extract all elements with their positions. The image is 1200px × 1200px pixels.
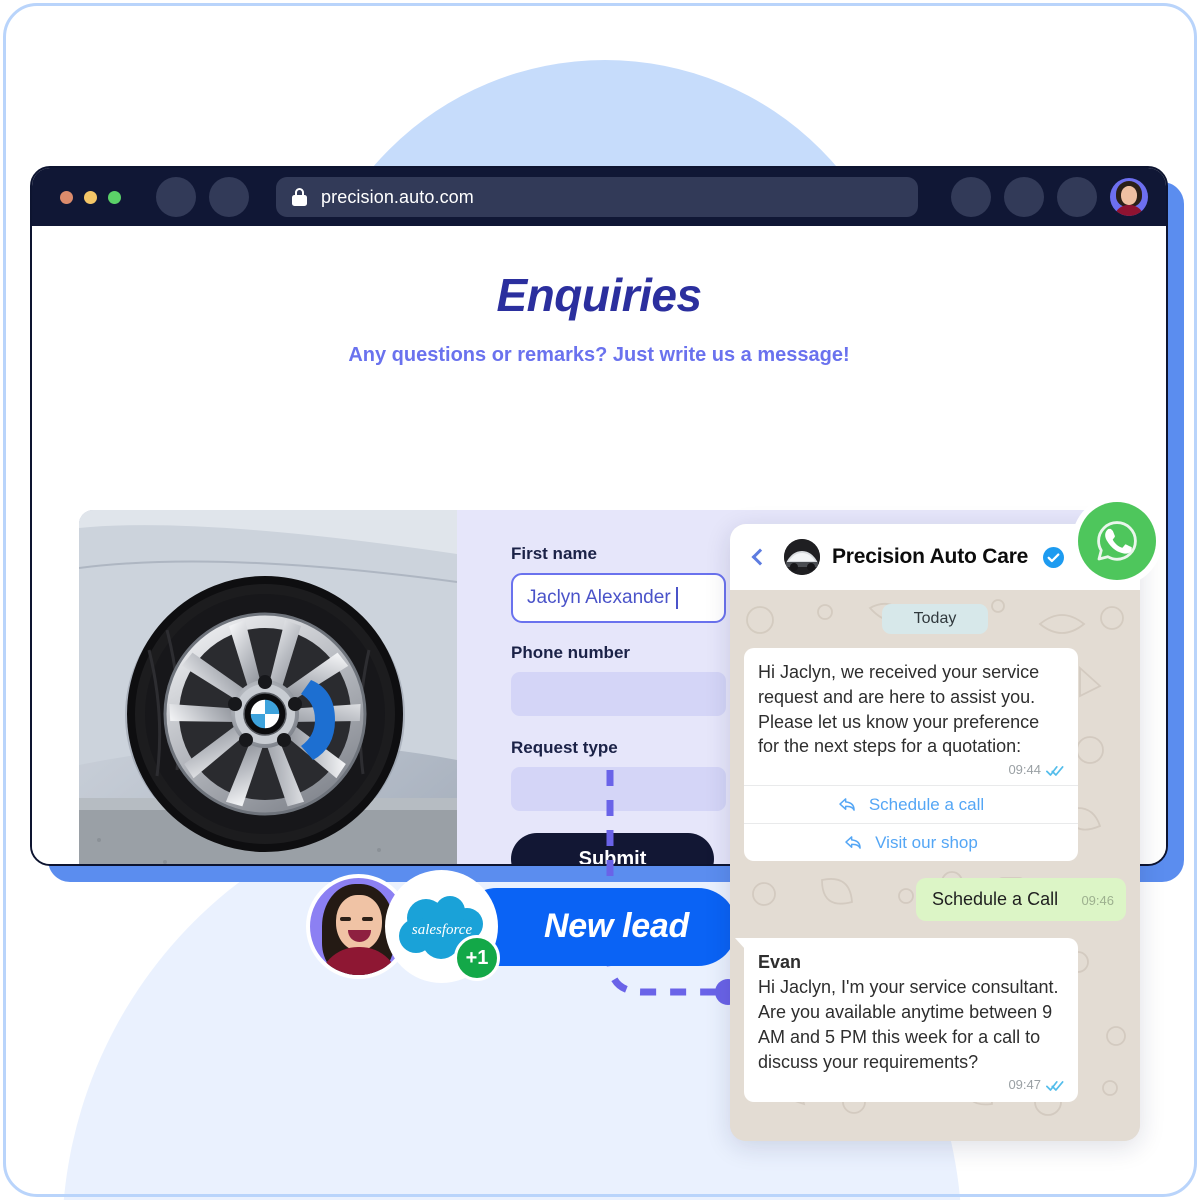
quick-reply-label: Schedule a call (868, 794, 985, 814)
message-time: 09:44 (1008, 762, 1041, 778)
bookmark-button[interactable] (1004, 177, 1044, 217)
first-name-input[interactable]: Jaclyn Alexander (511, 573, 726, 623)
day-divider: Today (882, 604, 988, 634)
chevron-left-icon[interactable] (751, 548, 769, 566)
extensions-button[interactable] (951, 177, 991, 217)
message-time: 09:47 (1008, 1077, 1041, 1093)
menu-button[interactable] (1057, 177, 1097, 217)
page-title: Enquiries (496, 269, 702, 321)
car-wheel-photo (79, 510, 457, 864)
quick-reply-visit-our-shop[interactable]: Visit our shop (744, 823, 1078, 862)
lock-icon (292, 188, 307, 206)
window-traffic-lights (60, 190, 121, 204)
browser-toolbar: precision.auto.com (32, 168, 1166, 226)
new-lead-label: New lead (458, 887, 737, 966)
svg-text:salesforce: salesforce (411, 922, 472, 938)
reply-arrow-icon (845, 836, 861, 850)
whatsapp-icon (1078, 502, 1156, 580)
message-text: Hi Jaclyn, we received your service requ… (758, 662, 1040, 757)
forward-button[interactable] (209, 177, 249, 217)
whatsapp-chat-panel: Precision Auto Care Today Hi Jaclyn, we … (730, 524, 1140, 1141)
chat-message-list[interactable]: Today Hi Jaclyn, we received your servic… (730, 590, 1140, 1141)
submit-button[interactable]: Submit (511, 833, 714, 864)
bubble-tail (735, 938, 745, 950)
new-lead-notification: salesforce +1 New lead (306, 870, 737, 983)
minimize-window-dot[interactable] (84, 190, 97, 204)
whatsapp-fab[interactable] (1072, 496, 1162, 586)
chat-contact-name: Precision Auto Care (832, 545, 1029, 568)
message-meta: 09:44 (758, 761, 1064, 779)
message-text: Hi Jaclyn, I'm your service consultant. … (758, 977, 1059, 1072)
screenshot-root: precision.auto.com Enquiries Any questio… (0, 0, 1200, 1200)
message-meta: 09:47 (758, 1076, 1064, 1094)
verified-badge-icon (1043, 546, 1065, 568)
phone-number-input[interactable] (511, 672, 726, 716)
close-window-dot[interactable] (60, 190, 73, 204)
text-caret (675, 587, 678, 609)
back-button[interactable] (156, 177, 196, 217)
maximize-window-dot[interactable] (108, 190, 121, 204)
outgoing-message-bubble: Schedule a Call 09:46 (916, 878, 1126, 922)
request-type-input[interactable] (511, 767, 726, 811)
quick-reply-label: Visit our shop (875, 832, 978, 852)
extra-integrations-badge: +1 (454, 935, 500, 981)
message-text: Schedule a Call (932, 889, 1059, 910)
shop-avatar[interactable] (784, 539, 820, 575)
message-time: 09:46 (1081, 893, 1114, 909)
first-name-value: Jaclyn Alexander (527, 587, 671, 608)
read-receipt-icon (1046, 1080, 1064, 1091)
page-subtitle: Any questions or remarks? Just write us … (348, 344, 850, 366)
message-sender: Evan (758, 952, 802, 973)
incoming-message-bubble-evan: Evan Hi Jaclyn, I'm your service consult… (735, 938, 1078, 1103)
address-bar[interactable]: precision.auto.com (276, 177, 918, 217)
toolbar-right-actions (951, 177, 1148, 217)
url-text: precision.auto.com (321, 186, 474, 207)
reply-arrow-icon (839, 798, 855, 812)
avatar[interactable] (1110, 178, 1148, 216)
read-receipt-icon (1046, 765, 1064, 776)
quick-reply-schedule-a-call[interactable]: Schedule a call (744, 785, 1078, 824)
salesforce-logo-badge[interactable]: salesforce +1 (385, 870, 500, 983)
incoming-message-bubble: Hi Jaclyn, we received your service requ… (744, 648, 1078, 786)
